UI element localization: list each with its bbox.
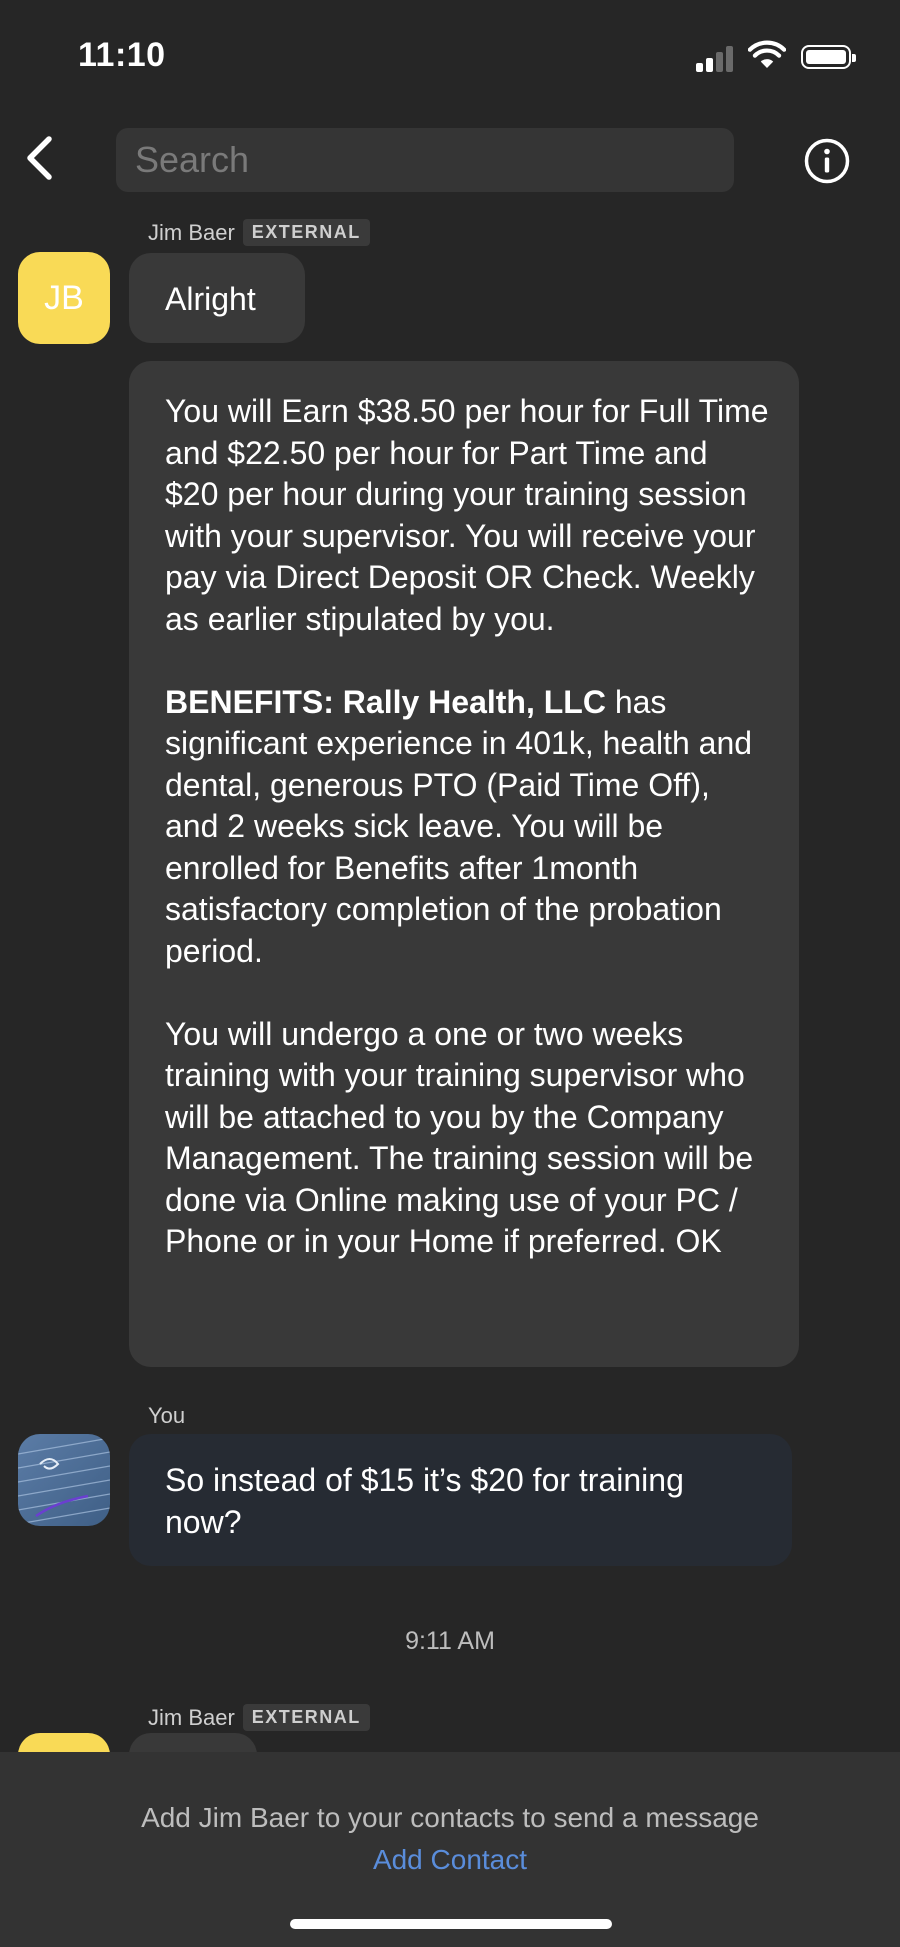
add-contact-notice: Add Jim Baer to your contacts to send a … [141, 1802, 759, 1833]
message-text: Alright [165, 281, 256, 317]
sender-name: You [148, 1403, 186, 1428]
status-bar: 11:10 [0, 0, 900, 110]
contact-footer: Add Jim Baer to your contacts to send a … [0, 1752, 900, 1947]
sender-name: Jim Baer [148, 1704, 235, 1730]
avatar[interactable]: JB [18, 252, 110, 344]
bold-text: BENEFITS: Rally Health, LLC [165, 683, 606, 720]
cellular-signal-icon [696, 44, 738, 72]
timestamp: 9:11 AM [405, 1627, 495, 1655]
sender-line: Jim Baer EXTERNAL [148, 1704, 370, 1731]
status-time: 11:10 [78, 36, 166, 74]
message-paragraph: You will Earn $38.50 per hour for Full T… [165, 393, 769, 637]
message-paragraph: You will undergo a one or two weeks trai… [165, 1015, 754, 1260]
message-bubble[interactable]: You will Earn $38.50 per hour for Full T… [129, 361, 799, 1367]
message-text: has significant experience in 401k, heal… [165, 683, 753, 969]
back-button[interactable] [14, 128, 64, 188]
avatar[interactable] [18, 1434, 110, 1526]
wifi-icon [747, 40, 787, 75]
info-button[interactable] [804, 138, 850, 184]
info-icon [804, 138, 850, 184]
message-paragraph: BENEFITS: Rally Health, LLC has signific… [165, 682, 769, 973]
home-indicator[interactable] [290, 1919, 612, 1929]
external-badge: EXTERNAL [242, 1704, 370, 1731]
message-bubble[interactable]: Alright [129, 253, 305, 343]
nav-bar: Search [0, 110, 900, 210]
avatar-initials: JB [44, 278, 84, 317]
search-placeholder: Search [135, 139, 250, 180]
external-badge: EXTERNAL [242, 219, 370, 246]
message-text: So instead of $15 it’s $20 for training … [165, 1462, 684, 1540]
search-input[interactable]: Search [116, 128, 734, 192]
battery-icon [801, 45, 856, 69]
avatar-image [18, 1434, 110, 1526]
sender-line: Jim Baer EXTERNAL [148, 219, 370, 246]
sender-name: Jim Baer [148, 219, 235, 245]
sender-line: You [148, 1403, 185, 1429]
add-contact-link[interactable]: Add Contact [0, 1844, 900, 1876]
message-bubble[interactable]: So instead of $15 it’s $20 for training … [129, 1434, 792, 1566]
chevron-left-icon [27, 136, 52, 180]
